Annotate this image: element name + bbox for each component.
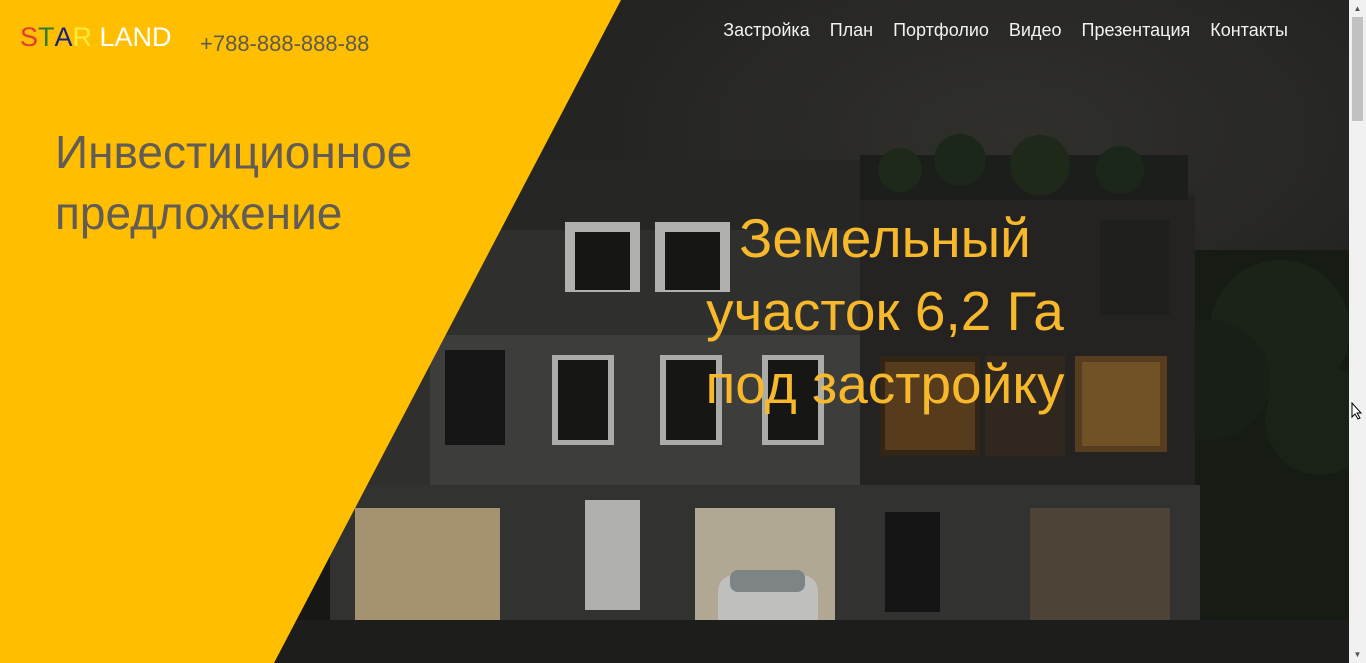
phone-number[interactable]: +788-888-888-88: [200, 31, 369, 57]
hero-headline-line-1: Земельный: [739, 207, 1031, 269]
brand-letter-a: A: [54, 22, 73, 52]
brand-letter-r: R: [72, 22, 93, 52]
hero-subtitle-line-1: Инвестиционное: [55, 126, 413, 178]
nav-item-zastroyka[interactable]: Застройка: [723, 20, 809, 41]
nav-item-plan[interactable]: План: [830, 20, 873, 41]
hero-subtitle: Инвестиционное предложение: [55, 122, 515, 244]
nav-item-portfolio[interactable]: Портфолио: [893, 20, 989, 41]
brand-word-land: LAND: [92, 22, 172, 52]
vertical-scrollbar[interactable]: ▲ ▼: [1349, 0, 1366, 663]
hero-headline-line-3: под застройку: [705, 353, 1065, 415]
nav-item-video[interactable]: Видео: [1009, 20, 1062, 41]
nav-item-contacts[interactable]: Контакты: [1210, 20, 1288, 41]
scroll-down-arrow-icon[interactable]: ▼: [1349, 646, 1366, 663]
main-navigation: Застройка План Портфолио Видео Презентац…: [723, 20, 1288, 41]
hero-headline: Земельный участок 6,2 Га под застройку: [660, 202, 1110, 421]
brand-letter-s: S: [20, 22, 39, 52]
scroll-up-arrow-icon[interactable]: ▲: [1349, 0, 1366, 17]
resize-cursor-icon: [1351, 402, 1363, 420]
hero-headline-line-2: участок 6,2 Га: [706, 280, 1064, 342]
scroll-thumb[interactable]: [1352, 17, 1363, 121]
hero-subtitle-line-2: предложение: [55, 187, 343, 239]
brand-logo[interactable]: STAR LAND: [20, 22, 172, 53]
brand-letter-t: T: [38, 22, 55, 52]
page-viewport: STAR LAND +788-888-888-88 Застройка План…: [0, 0, 1349, 663]
nav-item-presentation[interactable]: Презентация: [1082, 20, 1191, 41]
